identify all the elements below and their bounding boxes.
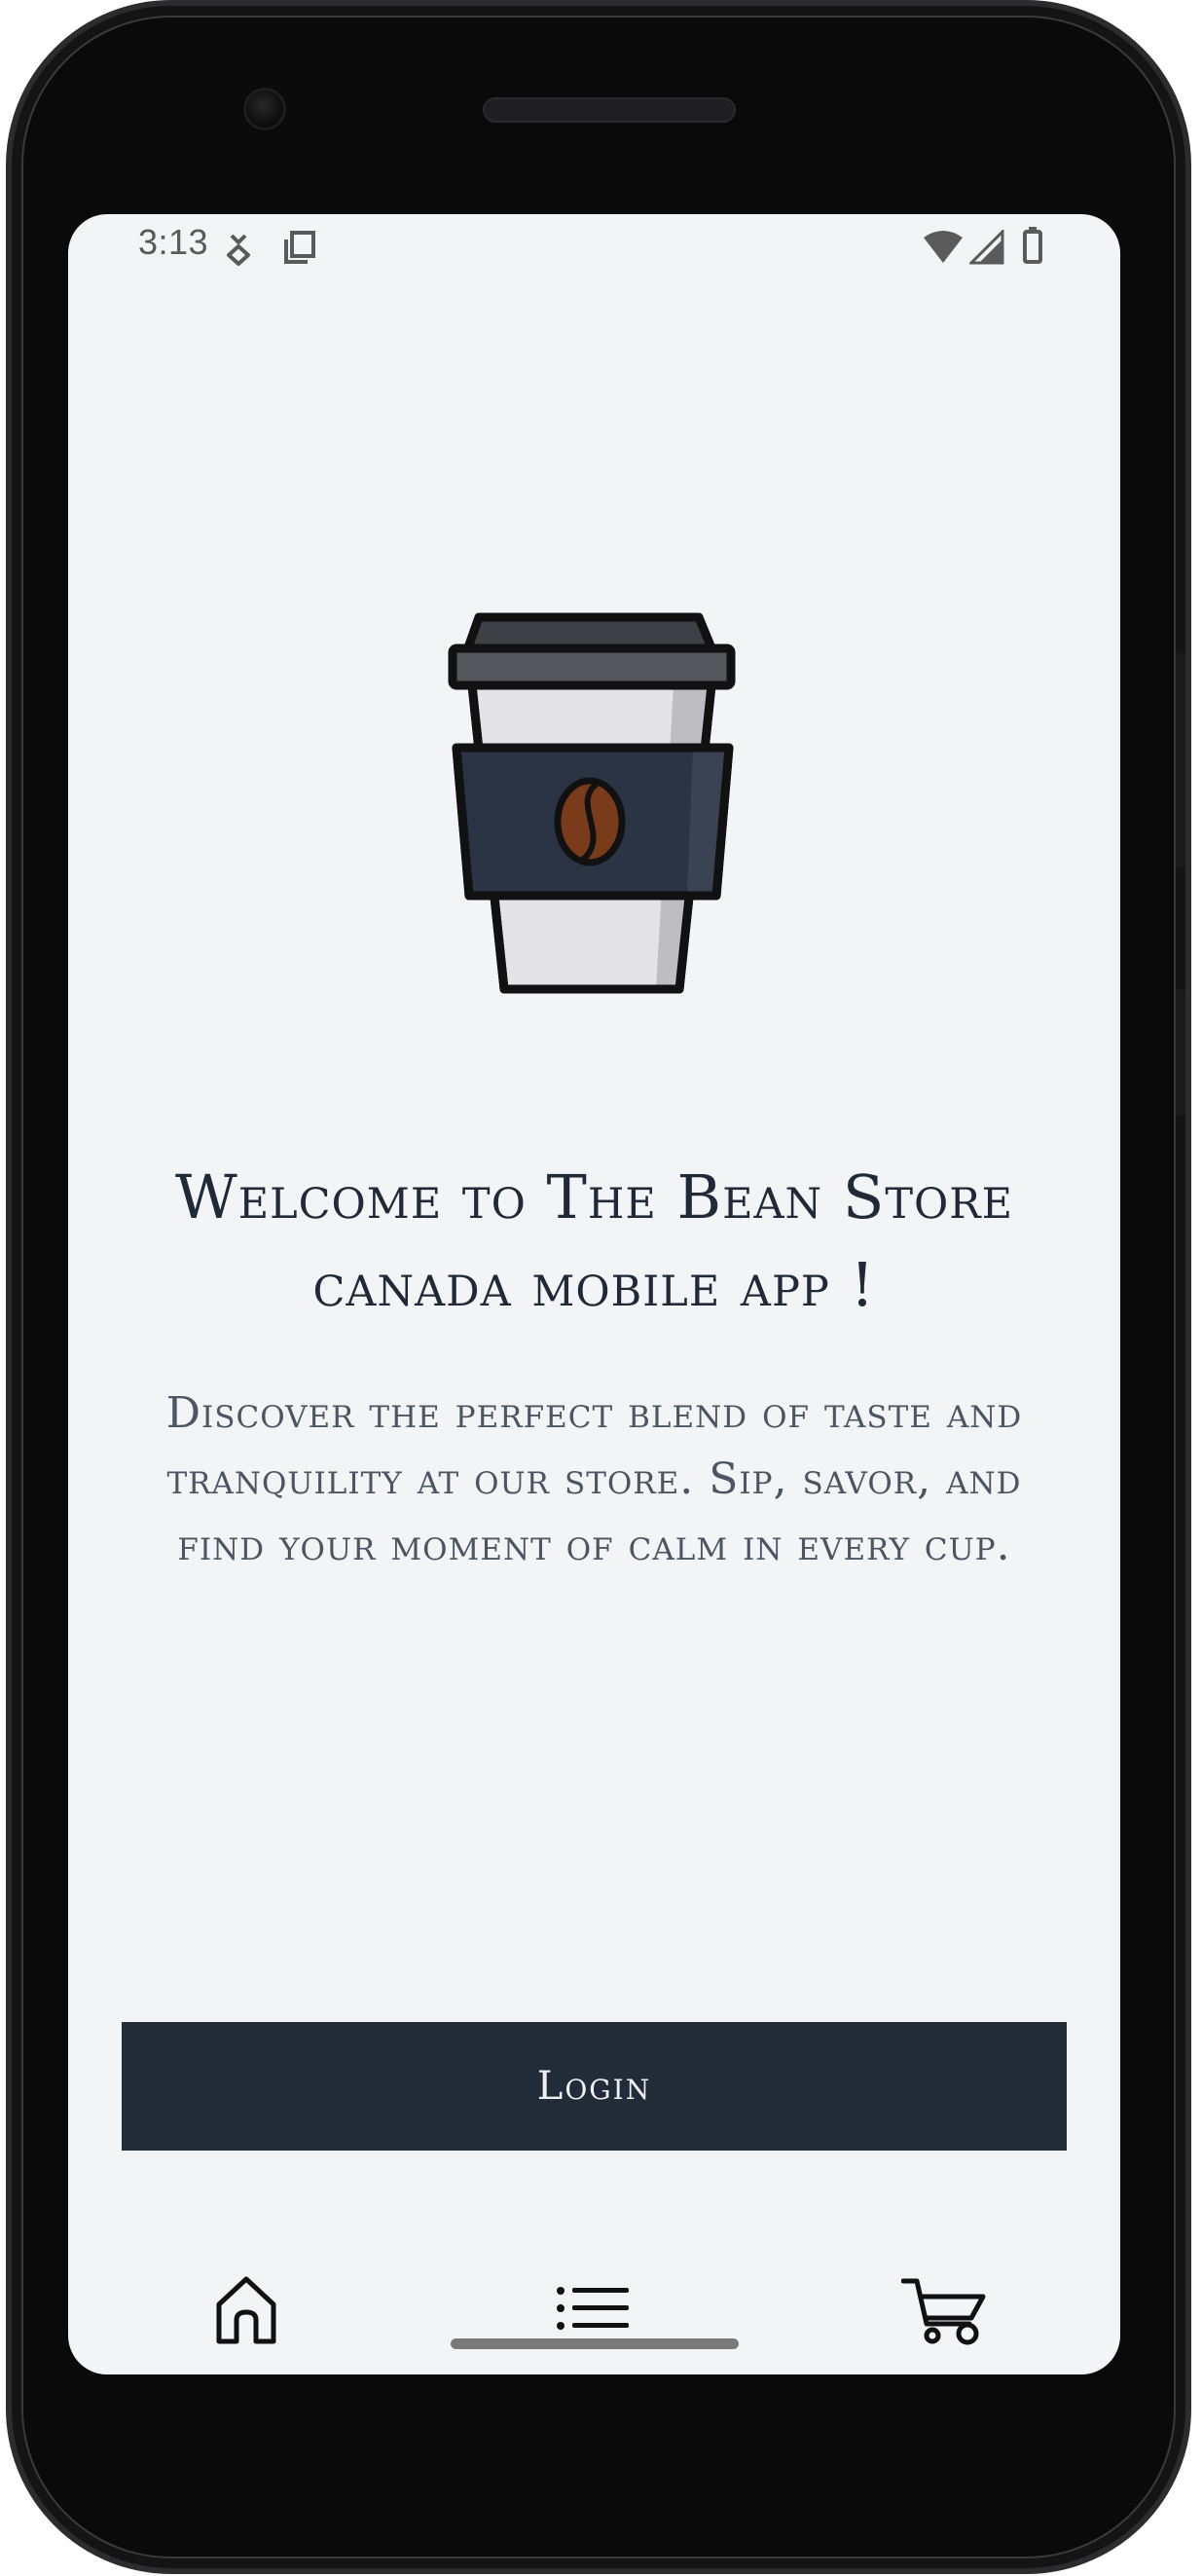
copy-icon <box>282 230 317 272</box>
welcome-tagline: Discover the perfect blend of taste and … <box>165 1388 1023 1570</box>
battery-icon <box>1022 226 1043 270</box>
cart-icon <box>900 2275 989 2350</box>
status-time: 3:13 <box>138 222 209 262</box>
wifi-icon <box>923 230 964 270</box>
volume-button <box>1176 989 1185 1116</box>
download-icon <box>226 234 251 272</box>
nav-home[interactable] <box>202 2268 290 2356</box>
front-camera <box>243 88 286 130</box>
list-icon <box>555 2281 633 2344</box>
login-button[interactable]: Login <box>122 2022 1067 2151</box>
welcome-headline: Welcome to The Bean Store canada mobile … <box>174 1161 1014 1320</box>
home-icon <box>211 2273 281 2352</box>
power-button <box>1176 653 1185 867</box>
gesture-home-indicator[interactable] <box>451 2338 739 2349</box>
signal-icon <box>967 228 1004 270</box>
nav-cart[interactable] <box>900 2268 989 2356</box>
earpiece-speaker <box>483 97 736 123</box>
status-bar: 3:13 <box>68 214 1120 282</box>
app-screen: 3:13 Welcome to The Bean Store canada mo… <box>68 214 1120 2374</box>
coffee-cup-icon <box>448 611 740 1001</box>
